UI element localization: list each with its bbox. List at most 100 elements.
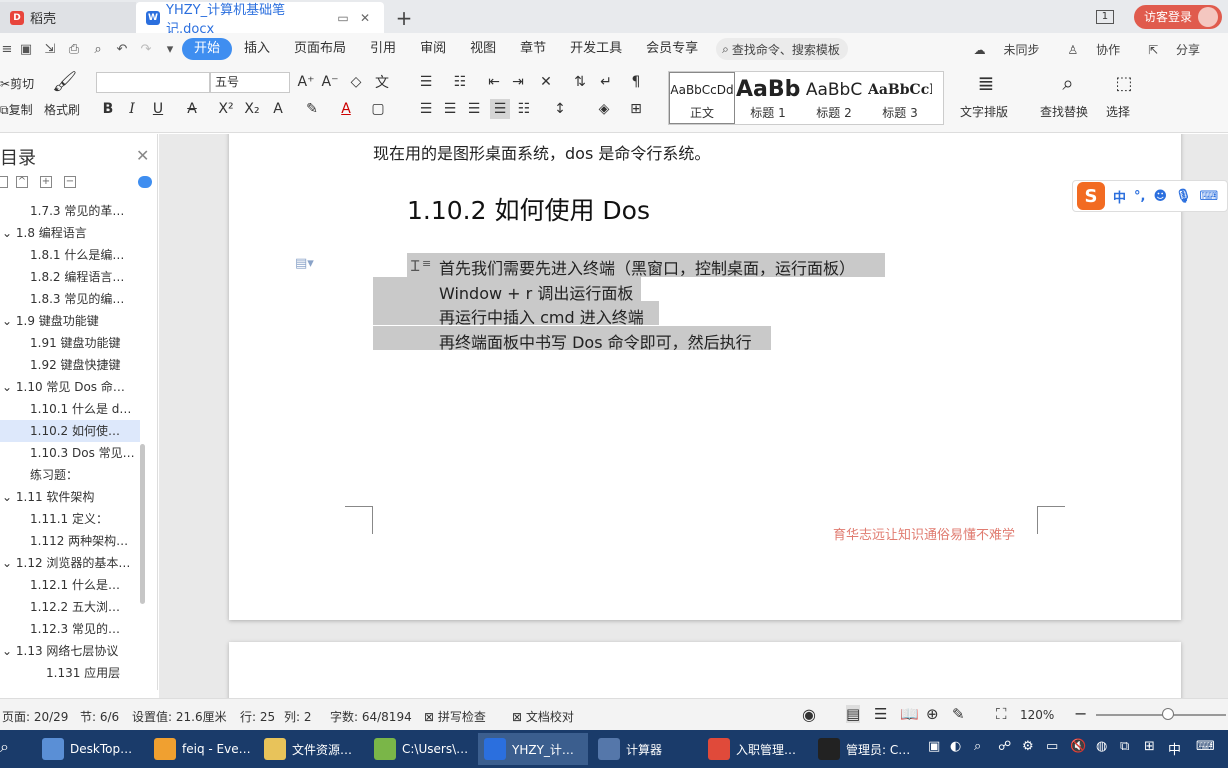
chinese-layout-icon[interactable]: ✕ <box>536 72 556 92</box>
tab-document[interactable]: W YHZY_计算机基础笔记.docx ▭ ✕ <box>136 2 384 37</box>
next-page[interactable] <box>229 642 1181 698</box>
zoom-slider-thumb[interactable] <box>1162 708 1174 720</box>
ime-mode[interactable]: 中 <box>1113 187 1126 206</box>
text-effect-icon[interactable]: A <box>268 99 288 119</box>
expand-all-icon[interactable] <box>0 176 8 188</box>
ime-indicator[interactable]: 中 <box>1168 739 1181 758</box>
toc-item[interactable]: 1.112 两种架构… <box>0 530 140 552</box>
close-tab-icon[interactable]: ✕ <box>356 11 374 25</box>
chevron-down-icon[interactable]: ⌄ <box>2 644 16 658</box>
toc-item[interactable]: ⌄ 1.10 常见 Dos 命… <box>0 376 140 398</box>
style-normal[interactable]: AaBbCcDd 正文 <box>669 72 735 124</box>
sync-status-button[interactable]: ☁ 未同步 <box>974 41 1054 58</box>
toc-item[interactable]: 1.11.1 定义： <box>0 508 140 530</box>
outline-view-icon[interactable]: ☰ <box>874 705 887 723</box>
borders-icon[interactable]: ⊞ <box>626 99 646 119</box>
content-line-2[interactable]: Window + r 调出运行面板 <box>439 280 633 304</box>
toc-item[interactable]: ⌄ 1.12 浏览器的基本… <box>0 552 140 574</box>
show-marks-icon[interactable]: ¶ <box>626 72 646 92</box>
distribute-icon[interactable]: ☷ <box>514 99 534 119</box>
redo-icon[interactable]: ↷ <box>134 42 158 57</box>
subscript-icon[interactable]: X₂ <box>242 99 262 119</box>
tab-view[interactable]: 视图 <box>458 38 508 60</box>
toc-item[interactable]: ⌄ 1.8 编程语言 <box>0 222 140 244</box>
tab-start[interactable]: 开始 <box>182 38 233 60</box>
taskbar-app[interactable]: C:\Users\… <box>368 733 476 765</box>
tray-search-icon[interactable]: ⌕ <box>974 739 981 754</box>
phonetic-icon[interactable]: 文 <box>372 72 392 92</box>
find-replace-button[interactable]: 查找替换 <box>1040 103 1088 120</box>
style-heading-2[interactable]: AaBbC 标题 2 <box>801 72 867 124</box>
remove-heading-icon[interactable]: − <box>64 176 76 188</box>
toc-item[interactable]: 练习题： <box>0 464 140 486</box>
toc-item[interactable]: 1.10.2 如何使… <box>0 420 140 442</box>
tray-app-icon[interactable]: ⚙ <box>1022 739 1034 754</box>
grow-font-icon[interactable]: A⁺ <box>296 72 316 92</box>
taskbar-app[interactable]: 入职管理… <box>702 733 810 765</box>
intro-line[interactable]: 现在用的是图形桌面系统，dos 是命令行系统。 <box>373 140 710 164</box>
tray-app-icon[interactable]: ⧉ <box>1120 739 1129 754</box>
toc-item[interactable]: ⌄ 1.13 网络七层协议 <box>0 640 140 662</box>
new-tab-button[interactable]: + <box>384 2 424 33</box>
web-view-icon[interactable]: ⊕ <box>926 705 939 723</box>
toc-scrollbar[interactable] <box>140 444 145 604</box>
justify-icon[interactable]: ☰ <box>490 99 510 119</box>
write-view-icon[interactable]: ✎ <box>952 705 965 723</box>
network-icon[interactable]: ▭ <box>1046 739 1058 754</box>
tray-app-icon[interactable]: ◍ <box>1096 739 1107 754</box>
tab-daoke[interactable]: D 稻壳 <box>0 2 136 33</box>
taskbar-app[interactable]: DeskTop… <box>36 733 144 765</box>
toc-item[interactable]: 1.12.2 五大浏… <box>0 596 140 618</box>
select-icon[interactable]: ⬚ <box>1114 73 1134 94</box>
italic-icon[interactable]: I <box>122 99 142 119</box>
font-name-select[interactable] <box>96 72 210 93</box>
tab-member[interactable]: 会员专享 <box>634 38 710 60</box>
toc-item[interactable]: 1.91 键盘功能键 <box>0 332 140 354</box>
increase-indent-icon[interactable]: ⇥ <box>508 72 528 92</box>
style-heading-3[interactable]: AaBbCcI 标题 3 <box>867 72 933 124</box>
emoji-icon[interactable]: ☻ <box>1153 189 1167 204</box>
microphone-icon[interactable]: 🎙 <box>1175 189 1192 204</box>
shrink-font-icon[interactable]: A⁻ <box>320 72 340 92</box>
add-heading-icon[interactable]: + <box>40 176 52 188</box>
guest-login-button[interactable]: 访客登录 <box>1133 4 1222 29</box>
toc-smart-icon[interactable] <box>138 176 152 188</box>
document-page[interactable]: 现在用的是图形桌面系统，dos 是命令行系统。 1.10.2 如何使用 Dos … <box>229 134 1181 620</box>
char-border-icon[interactable]: ▢ <box>368 99 388 119</box>
clear-format-icon[interactable]: ◇ <box>346 72 366 92</box>
spell-check-button[interactable]: ⊠ 拼写检查 <box>424 708 486 725</box>
export-icon[interactable]: ⇲ <box>38 42 62 57</box>
tray-app-icon[interactable]: ◐ <box>950 739 961 754</box>
highlight-icon[interactable]: ✎ <box>302 99 322 119</box>
status-wordcount[interactable]: 字数: 64/8194 <box>330 708 412 725</box>
tray-app-icon[interactable]: ▣ <box>928 739 940 754</box>
tray-app-icon[interactable]: ⊞ <box>1144 739 1155 754</box>
align-right-icon[interactable]: ☰ <box>464 99 484 119</box>
toc-item[interactable]: 1.10.3 Dos 常见… <box>0 442 140 464</box>
section-heading[interactable]: 1.10.2 如何使用 Dos <box>407 191 650 227</box>
text-layout-button[interactable]: 文字排版 <box>960 103 1008 120</box>
cut-button[interactable]: ✂剪切 <box>0 75 34 92</box>
close-icon[interactable]: ✕ <box>136 146 149 165</box>
tab-references[interactable]: 引用 <box>358 38 408 60</box>
copy-button[interactable]: ⧉复制 <box>0 101 33 118</box>
taskbar-app[interactable]: 文件资源… <box>258 733 366 765</box>
line-break-icon[interactable]: ↵ <box>596 72 616 92</box>
status-page[interactable]: 页面: 20/29 <box>2 708 68 725</box>
collaborate-button[interactable]: ♙ 协作 <box>1068 41 1135 58</box>
align-left-icon[interactable]: ☰ <box>416 99 436 119</box>
format-painter-label[interactable]: 格式刷 <box>44 101 80 118</box>
share-button[interactable]: ⇱ 分享 <box>1148 41 1214 58</box>
chevron-down-icon[interactable]: ⌄ <box>2 314 16 328</box>
reading-view-icon[interactable]: 📖 <box>900 705 919 723</box>
doc-proof-button[interactable]: ⊠ 文档校对 <box>512 708 574 725</box>
tab-insert[interactable]: 插入 <box>232 38 282 60</box>
customize-icon[interactable]: ▾ <box>158 42 182 57</box>
bold-icon[interactable]: B <box>98 99 118 119</box>
line-spacing-icon[interactable]: ↕ <box>550 99 570 119</box>
toc-item[interactable]: 1.8.2 编程语言… <box>0 266 140 288</box>
eye-protection-icon[interactable]: ◉ <box>802 705 816 724</box>
toc-item[interactable]: 1.7.3 常见的革… <box>0 200 140 222</box>
taskbar-app[interactable]: 管理员: C… <box>812 733 920 765</box>
toc-item[interactable]: 1.8.1 什么是编… <box>0 244 140 266</box>
